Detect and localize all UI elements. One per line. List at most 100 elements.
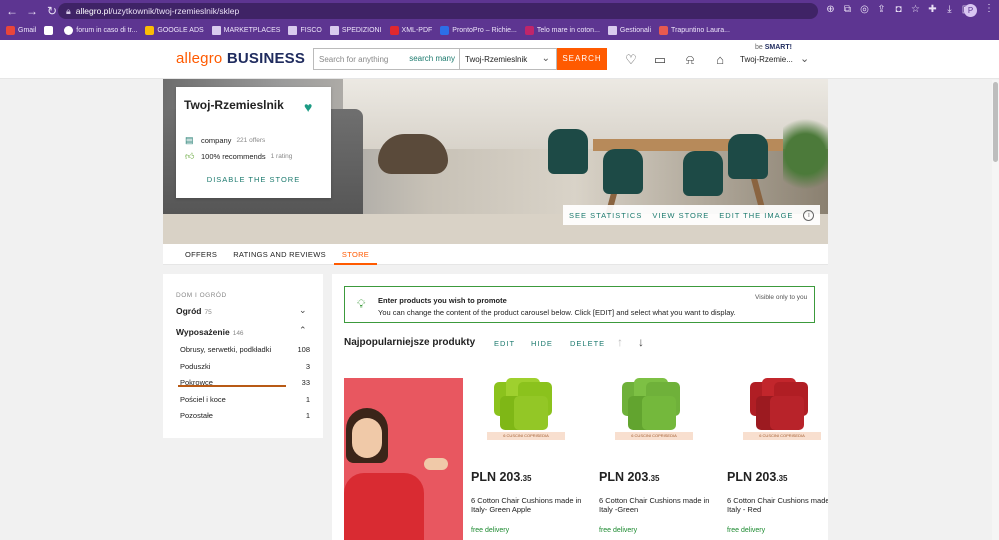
user-menu[interactable]: Twoj-Rzemie... xyxy=(740,55,793,64)
bookmark-gestionali[interactable]: Gestionali xyxy=(607,26,651,35)
allegro-business-logo[interactable]: allegro BUSINESS xyxy=(176,50,305,67)
tab-store[interactable]: STORE xyxy=(333,244,378,265)
download-icon[interactable]: ⤓ xyxy=(943,3,956,17)
bookmarks-bar: Gmail forum in caso di tr... GOOGLE ADS … xyxy=(0,22,999,39)
visibility-note: Visible only to you xyxy=(755,294,808,301)
chevron-down-icon[interactable]: ⌄ xyxy=(299,305,307,316)
shop-icon xyxy=(659,26,669,35)
store-type-row: ▤ company 221 offers xyxy=(185,135,266,145)
product-image[interactable] xyxy=(486,376,564,440)
folder-icon xyxy=(329,26,339,35)
menu-icon[interactable]: ⋮ xyxy=(984,3,994,14)
promo-notice: 💡︎ Enter products you wish to promote Yo… xyxy=(344,286,815,323)
arrow-down-icon[interactable]: ↓ xyxy=(638,335,644,349)
subcategory-item[interactable]: Poduszki 3 xyxy=(180,362,310,371)
star-icon[interactable]: ☆ xyxy=(909,3,922,17)
page-scrollbar[interactable] xyxy=(992,80,999,540)
prontopro-icon xyxy=(440,26,450,35)
heart-icon[interactable]: ♡ xyxy=(623,52,639,68)
translate-icon[interactable]: ⧉ xyxy=(841,3,854,17)
search-input[interactable]: Search for anything search many xyxy=(313,48,459,70)
banner-hand xyxy=(424,458,448,470)
cushion xyxy=(770,396,804,430)
chevron-up-icon[interactable]: ⌃ xyxy=(299,325,307,336)
bookmark-trapuntino[interactable]: Trapuntino Laura... xyxy=(659,26,730,35)
bookmark-telo-mare[interactable]: Telo mare in coton... xyxy=(524,26,600,35)
view-store-button[interactable]: VIEW STORE xyxy=(652,211,709,220)
info-icon[interactable]: i xyxy=(803,209,815,221)
chat-icon[interactable]: ▭ xyxy=(652,52,668,68)
promo-banner-image[interactable] xyxy=(344,378,463,540)
back-icon[interactable]: ← xyxy=(4,3,20,19)
category-breadcrumb[interactable]: DOM I OGRÓD xyxy=(176,292,227,299)
banner-shirt xyxy=(344,473,424,540)
profile-avatar[interactable]: P xyxy=(964,4,977,17)
cart-icon[interactable]: ⌂ xyxy=(712,52,728,68)
bookmark-google-ads[interactable]: GOOGLE ADS xyxy=(145,26,204,35)
edit-image-button[interactable]: EDIT THE IMAGE xyxy=(719,211,793,220)
cushion xyxy=(642,396,676,430)
browser-chrome: ← → ↻ 🔒︎ allegro.pl/uzytkownik/twoj-rzem… xyxy=(0,0,999,40)
product-title[interactable]: 6 Cotton Chair Cushions made in Italy -Gr… xyxy=(599,496,711,514)
category-ogrod[interactable]: Ogród 75 xyxy=(176,306,212,316)
bookmark-forum[interactable]: forum in caso di tr... xyxy=(64,26,137,35)
product-title[interactable]: 6 Cotton Chair Cushions made in Italy- Gr… xyxy=(471,496,583,514)
smart-badge: be SMART! xyxy=(755,44,792,51)
tab-ratings[interactable]: RATINGS AND REVIEWS xyxy=(225,244,334,265)
install-icon[interactable]: ⊕ xyxy=(824,3,837,17)
hide-button[interactable]: HIDE xyxy=(531,339,553,348)
tab-offers[interactable]: OFFERS xyxy=(177,244,225,265)
search-scope-select[interactable]: Twoj-Rzemieslnik ⌄ xyxy=(459,48,557,70)
subcategory-item[interactable]: Pościel i koce 1 xyxy=(180,395,310,404)
product-label: 6 CUSCINI COPRISEDIA xyxy=(743,432,821,440)
lock-icon[interactable]: ◘ xyxy=(892,3,905,17)
store-name: Twoj-Rzemieslnik xyxy=(184,98,284,112)
see-statistics-button[interactable]: SEE STATISTICS xyxy=(569,211,642,220)
disable-store-button[interactable]: DISABLE THE STORE xyxy=(176,175,331,184)
folder-icon xyxy=(211,26,221,35)
store-rating-row: 👍︎ 100% recommends 1 rating xyxy=(185,151,293,161)
store-info-card: Twoj-Rzemieslnik ♥ ▤ company 221 offers … xyxy=(176,87,331,198)
forward-icon[interactable]: → xyxy=(24,3,40,19)
product-image[interactable] xyxy=(742,376,820,440)
search-many-link[interactable]: search many xyxy=(409,54,455,63)
category-wyposazenie[interactable]: Wyposażenie 146 xyxy=(176,327,244,337)
product-card[interactable]: 6 CUSCINI COPRISEDIA PLN 203.35 6 Cotton… xyxy=(465,370,583,540)
bookmark-spedizioni[interactable]: SPEDIZIONI xyxy=(329,26,382,35)
edit-button[interactable]: EDIT xyxy=(494,339,515,348)
product-card[interactable]: 6 CUSCINI COPRISEDIA PLN 203.35 6 Cotton… xyxy=(593,370,711,540)
active-underline xyxy=(178,385,286,387)
scrollbar-thumb[interactable] xyxy=(993,82,998,162)
bookmark-prontopro[interactable]: ProntoPro – Richie... xyxy=(440,26,517,35)
rating-count[interactable]: 1 rating xyxy=(271,153,293,160)
bookmark-xml-pdf[interactable]: XML-PDF xyxy=(389,26,432,35)
address-bar[interactable]: 🔒︎ allegro.pl/uzytkownik/twoj-rzemieslni… xyxy=(58,3,818,19)
product-card[interactable]: 6 CUSCINI COPRISEDIA PLN 203.35 6 Cotton… xyxy=(721,370,828,540)
arrow-up-icon[interactable]: ↑ xyxy=(617,335,623,349)
eye-off-icon[interactable]: ◎ xyxy=(858,3,871,17)
product-title[interactable]: 6 Cotton Chair Cushions made in Italy - R… xyxy=(727,496,828,514)
bookmark-amazon[interactable] xyxy=(44,26,56,35)
lock-icon: 🔒︎ xyxy=(66,5,71,16)
bookmark-gmail[interactable]: Gmail xyxy=(6,26,36,35)
free-delivery: free delivery xyxy=(471,527,510,534)
subcategory-item[interactable]: Obrusy, serwetki, podkładki 108 xyxy=(180,345,310,354)
carousel-title: Najpopularniejsze produkty xyxy=(344,337,476,348)
folder-icon xyxy=(288,26,298,35)
chevron-down-icon[interactable]: ⌄ xyxy=(800,52,809,65)
store-main-content: 💡︎ Enter products you wish to promote Yo… xyxy=(332,274,828,540)
bookmark-marketplaces[interactable]: MARKETPLACES xyxy=(211,26,280,35)
bookmark-fisco[interactable]: FISCO xyxy=(288,26,322,35)
briefcase-icon: ▤ xyxy=(185,135,194,145)
heart-icon[interactable]: ♥ xyxy=(304,99,312,115)
share-icon[interactable]: ⇪ xyxy=(875,3,888,17)
product-image[interactable] xyxy=(614,376,692,440)
folder-icon xyxy=(607,26,617,35)
product-price: PLN 203.35 xyxy=(727,470,788,484)
subcategory-item[interactable]: Pozostałe 1 xyxy=(180,411,310,420)
delete-button[interactable]: DELETE xyxy=(570,339,605,348)
offers-count[interactable]: 221 offers xyxy=(236,137,265,144)
search-button[interactable]: SEARCH xyxy=(557,48,607,70)
puzzle-icon[interactable]: ✚ xyxy=(926,3,939,17)
bell-icon[interactable]: ⍾ xyxy=(682,52,698,68)
